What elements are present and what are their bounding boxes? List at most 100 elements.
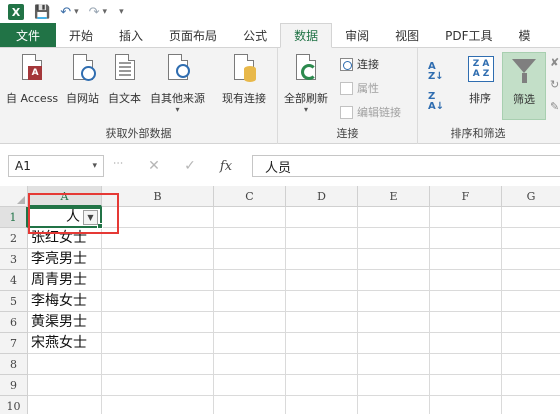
- tab-home[interactable]: 开始: [56, 23, 106, 47]
- connections-label: 连接: [357, 58, 379, 71]
- refresh-all-label: 全部刷新: [284, 92, 328, 105]
- from-web-button[interactable]: 自网站: [66, 54, 99, 106]
- row-header-8[interactable]: 8: [0, 354, 28, 375]
- formula-buttons: ✕ ✓ fx: [136, 155, 248, 177]
- undo-icon[interactable]: ↶: [60, 5, 71, 20]
- cancel-icon[interactable]: ✕: [136, 158, 172, 174]
- reapply-filter-icon[interactable]: ↻: [550, 78, 559, 91]
- chevron-down-icon: ▾: [175, 105, 180, 114]
- excel-logo-icon: X: [8, 4, 24, 20]
- cell-a7[interactable]: 宋燕女士: [28, 333, 87, 354]
- tab-file[interactable]: 文件: [0, 23, 57, 47]
- advanced-filter-icon[interactable]: ✎: [550, 100, 559, 113]
- chevron-down-icon: ▾: [303, 105, 308, 114]
- redo-dropdown-icon[interactable]: ▾: [103, 7, 108, 17]
- customize-qat-icon[interactable]: ▾: [119, 7, 124, 17]
- tab-formulas[interactable]: 公式: [230, 23, 280, 47]
- row-header-2[interactable]: 2: [0, 228, 28, 249]
- formula-bar-grip-icon[interactable]: ⋮: [112, 158, 123, 168]
- ribbon-tabs: 文件 开始 插入 页面布局 公式 数据 审阅 视图 PDF工具 模: [0, 23, 560, 48]
- row-header-3[interactable]: 3: [0, 249, 28, 270]
- from-access-label: 自 Access: [6, 92, 59, 105]
- column-header-c[interactable]: C: [214, 186, 286, 207]
- group-label-sort-filter: 排序和筛选: [450, 127, 506, 140]
- gridline: [28, 395, 560, 396]
- sort-descending-icon[interactable]: Z A↓: [428, 92, 444, 112]
- funnel-icon: [512, 59, 536, 73]
- formula-bar: A1 ▾ ⋮ ✕ ✓ fx 人员: [0, 144, 560, 186]
- tab-insert[interactable]: 插入: [106, 23, 156, 47]
- row-header-5[interactable]: 5: [0, 291, 28, 312]
- cell-a6[interactable]: 黄渠男士: [28, 312, 87, 333]
- cell-a3[interactable]: 李亮男士: [28, 249, 87, 270]
- globe-icon: [69, 54, 97, 86]
- column-header-f[interactable]: F: [430, 186, 502, 207]
- name-box-value: A1: [15, 159, 31, 173]
- group-label-get-external-data: 获取外部数据: [105, 127, 172, 140]
- spreadsheet-grid[interactable]: A B C D E F G 1 2 3 4 5 6 7 8 9 10 张红女士 …: [0, 186, 560, 414]
- funnel-stem: [521, 73, 527, 83]
- tab-view[interactable]: 视图: [382, 23, 432, 47]
- quick-access-toolbar: X 💾 ↶ ▾ ↷ ▾ ▾: [0, 0, 560, 24]
- chevron-down-icon[interactable]: ▾: [92, 161, 97, 171]
- formula-input[interactable]: 人员: [252, 155, 560, 177]
- group-connections: 全部刷新 ▾ 连接 属性 编辑链接 连接: [278, 48, 418, 144]
- from-other-sources-label: 自其他来源: [150, 92, 205, 105]
- edit-links-button[interactable]: 编辑链接: [340, 104, 401, 120]
- existing-connections-icon: [230, 54, 258, 86]
- gridline: [28, 332, 560, 333]
- column-header-d[interactable]: D: [286, 186, 358, 207]
- tab-review[interactable]: 审阅: [332, 23, 382, 47]
- row-header-1[interactable]: 1: [0, 207, 28, 228]
- sort-ascending-icon[interactable]: A Z↓: [428, 62, 444, 82]
- filter-label: 筛选: [513, 93, 535, 106]
- save-icon[interactable]: 💾: [34, 5, 50, 20]
- other-sources-icon: [164, 54, 192, 86]
- cell-a5[interactable]: 李梅女士: [28, 291, 87, 312]
- filter-button[interactable]: 筛选: [502, 52, 546, 120]
- tab-pdf-tools[interactable]: PDF工具: [432, 23, 505, 47]
- connections-button[interactable]: 连接: [340, 56, 379, 72]
- column-header-g[interactable]: G: [502, 186, 560, 207]
- column-header-e[interactable]: E: [358, 186, 430, 207]
- sort-button[interactable]: 排序: [454, 90, 506, 106]
- row-header-7[interactable]: 7: [0, 333, 28, 354]
- from-text-button[interactable]: 自文本: [108, 54, 141, 106]
- connection-icon: [340, 57, 353, 71]
- tab-page-layout[interactable]: 页面布局: [156, 23, 230, 47]
- tab-more[interactable]: 模: [506, 23, 544, 47]
- name-box[interactable]: A1 ▾: [8, 155, 104, 177]
- gridline: [28, 269, 560, 270]
- group-sort-filter: A Z↓ Z A↓ Z AA Z 排序 筛选 ✘ ↻ ✎ 排序和筛选: [418, 48, 560, 144]
- tab-data[interactable]: 数据: [280, 23, 333, 48]
- from-access-button[interactable]: A 自 Access: [6, 54, 58, 106]
- confirm-icon[interactable]: ✓: [172, 158, 208, 174]
- gridline: [28, 311, 560, 312]
- clear-filter-icon[interactable]: ✘: [550, 56, 559, 69]
- group-get-external-data: A 自 Access 自网站 自文本 自其他来源 ▾ 现有连接 获取外部数据: [0, 48, 278, 144]
- insert-function-icon[interactable]: fx: [208, 159, 244, 174]
- row-header-6[interactable]: 6: [0, 312, 28, 333]
- select-all-corner[interactable]: [0, 186, 28, 207]
- edit-links-label: 编辑链接: [357, 106, 401, 119]
- sort-label: 排序: [469, 92, 491, 105]
- annotation-highlight-box: [28, 193, 119, 234]
- undo-dropdown-icon[interactable]: ▾: [74, 7, 79, 17]
- from-other-sources-button[interactable]: 自其他来源 ▾: [150, 54, 205, 114]
- refresh-all-button[interactable]: 全部刷新 ▾: [284, 54, 328, 114]
- cell-a4[interactable]: 周青男士: [28, 270, 87, 291]
- access-icon: A: [18, 54, 46, 86]
- from-text-label: 自文本: [108, 92, 141, 105]
- gridline: [28, 290, 560, 291]
- row-header-9[interactable]: 9: [0, 375, 28, 396]
- sort-dialog-icon: Z AA Z: [468, 56, 494, 82]
- properties-label: 属性: [357, 82, 379, 95]
- gridline: [28, 374, 560, 375]
- properties-icon: [340, 81, 353, 95]
- existing-connections-button[interactable]: 现有连接: [222, 54, 266, 106]
- properties-button[interactable]: 属性: [340, 80, 379, 96]
- edit-links-icon: [340, 105, 353, 119]
- row-header-10[interactable]: 10: [0, 396, 28, 414]
- redo-icon[interactable]: ↷: [89, 5, 100, 20]
- row-header-4[interactable]: 4: [0, 270, 28, 291]
